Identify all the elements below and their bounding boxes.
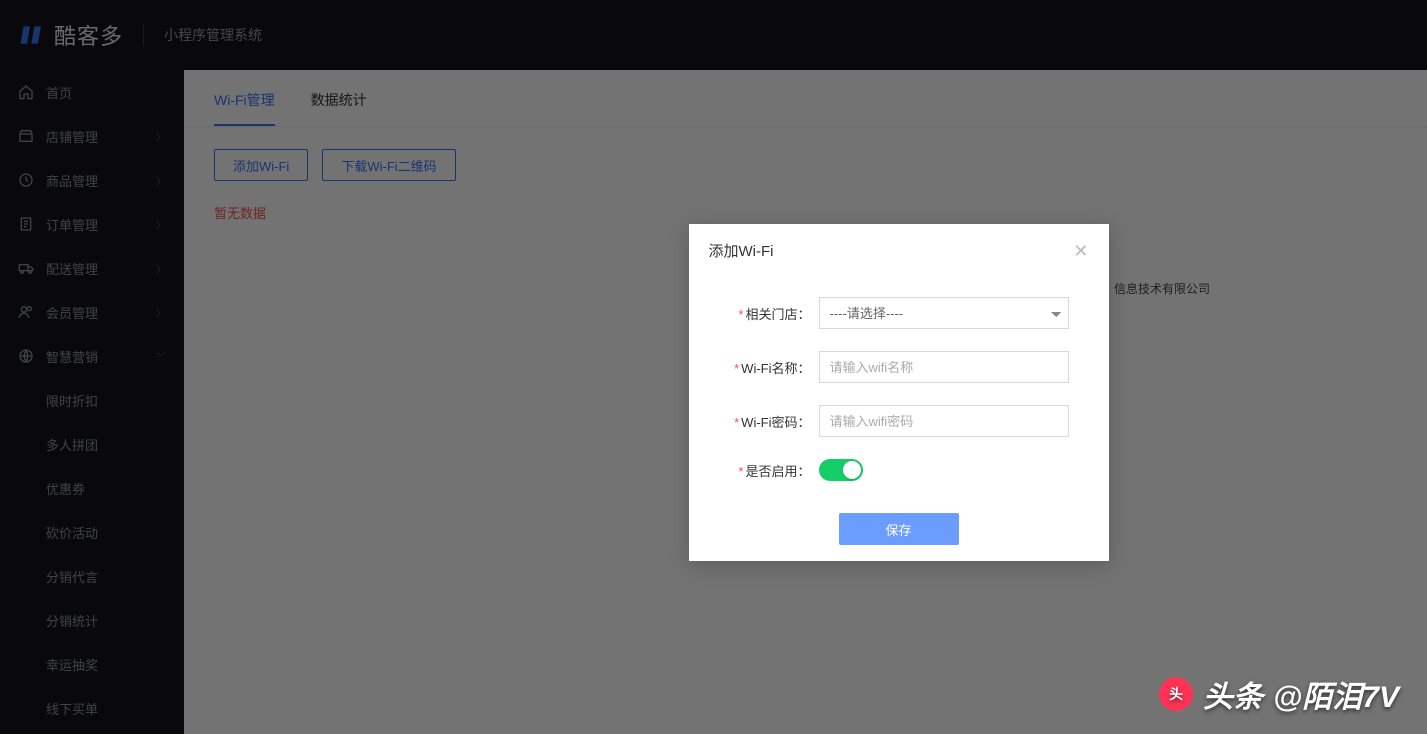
enable-label: *是否启用： xyxy=(709,461,819,480)
wifi-password-label: *Wi-Fi密码： xyxy=(709,412,819,431)
watermark-prefix: 头条 xyxy=(1203,672,1263,716)
wifi-password-input[interactable] xyxy=(819,405,1069,437)
wifi-name-label: *Wi-Fi名称： xyxy=(709,358,819,377)
modal-header: 添加Wi-Fi ✕ xyxy=(689,224,1109,277)
wifi-name-input[interactable] xyxy=(819,351,1069,383)
close-icon[interactable]: ✕ xyxy=(1073,242,1088,260)
store-select[interactable]: ----请选择---- xyxy=(819,297,1069,329)
add-wifi-modal: 添加Wi-Fi ✕ *相关门店： ----请选择---- *Wi-Fi名称： xyxy=(689,224,1109,561)
modal-overlay[interactable]: 添加Wi-Fi ✕ *相关门店： ----请选择---- *Wi-Fi名称： xyxy=(0,0,1427,734)
watermark-handle: @陌泪7V xyxy=(1273,672,1399,716)
save-button[interactable]: 保存 xyxy=(839,513,959,545)
watermark: 头 头条 @陌泪7V xyxy=(1159,672,1399,716)
store-label: *相关门店： xyxy=(709,304,819,323)
watermark-icon: 头 xyxy=(1159,677,1193,711)
modal-title: 添加Wi-Fi xyxy=(709,240,774,261)
enable-toggle[interactable] xyxy=(819,459,863,481)
